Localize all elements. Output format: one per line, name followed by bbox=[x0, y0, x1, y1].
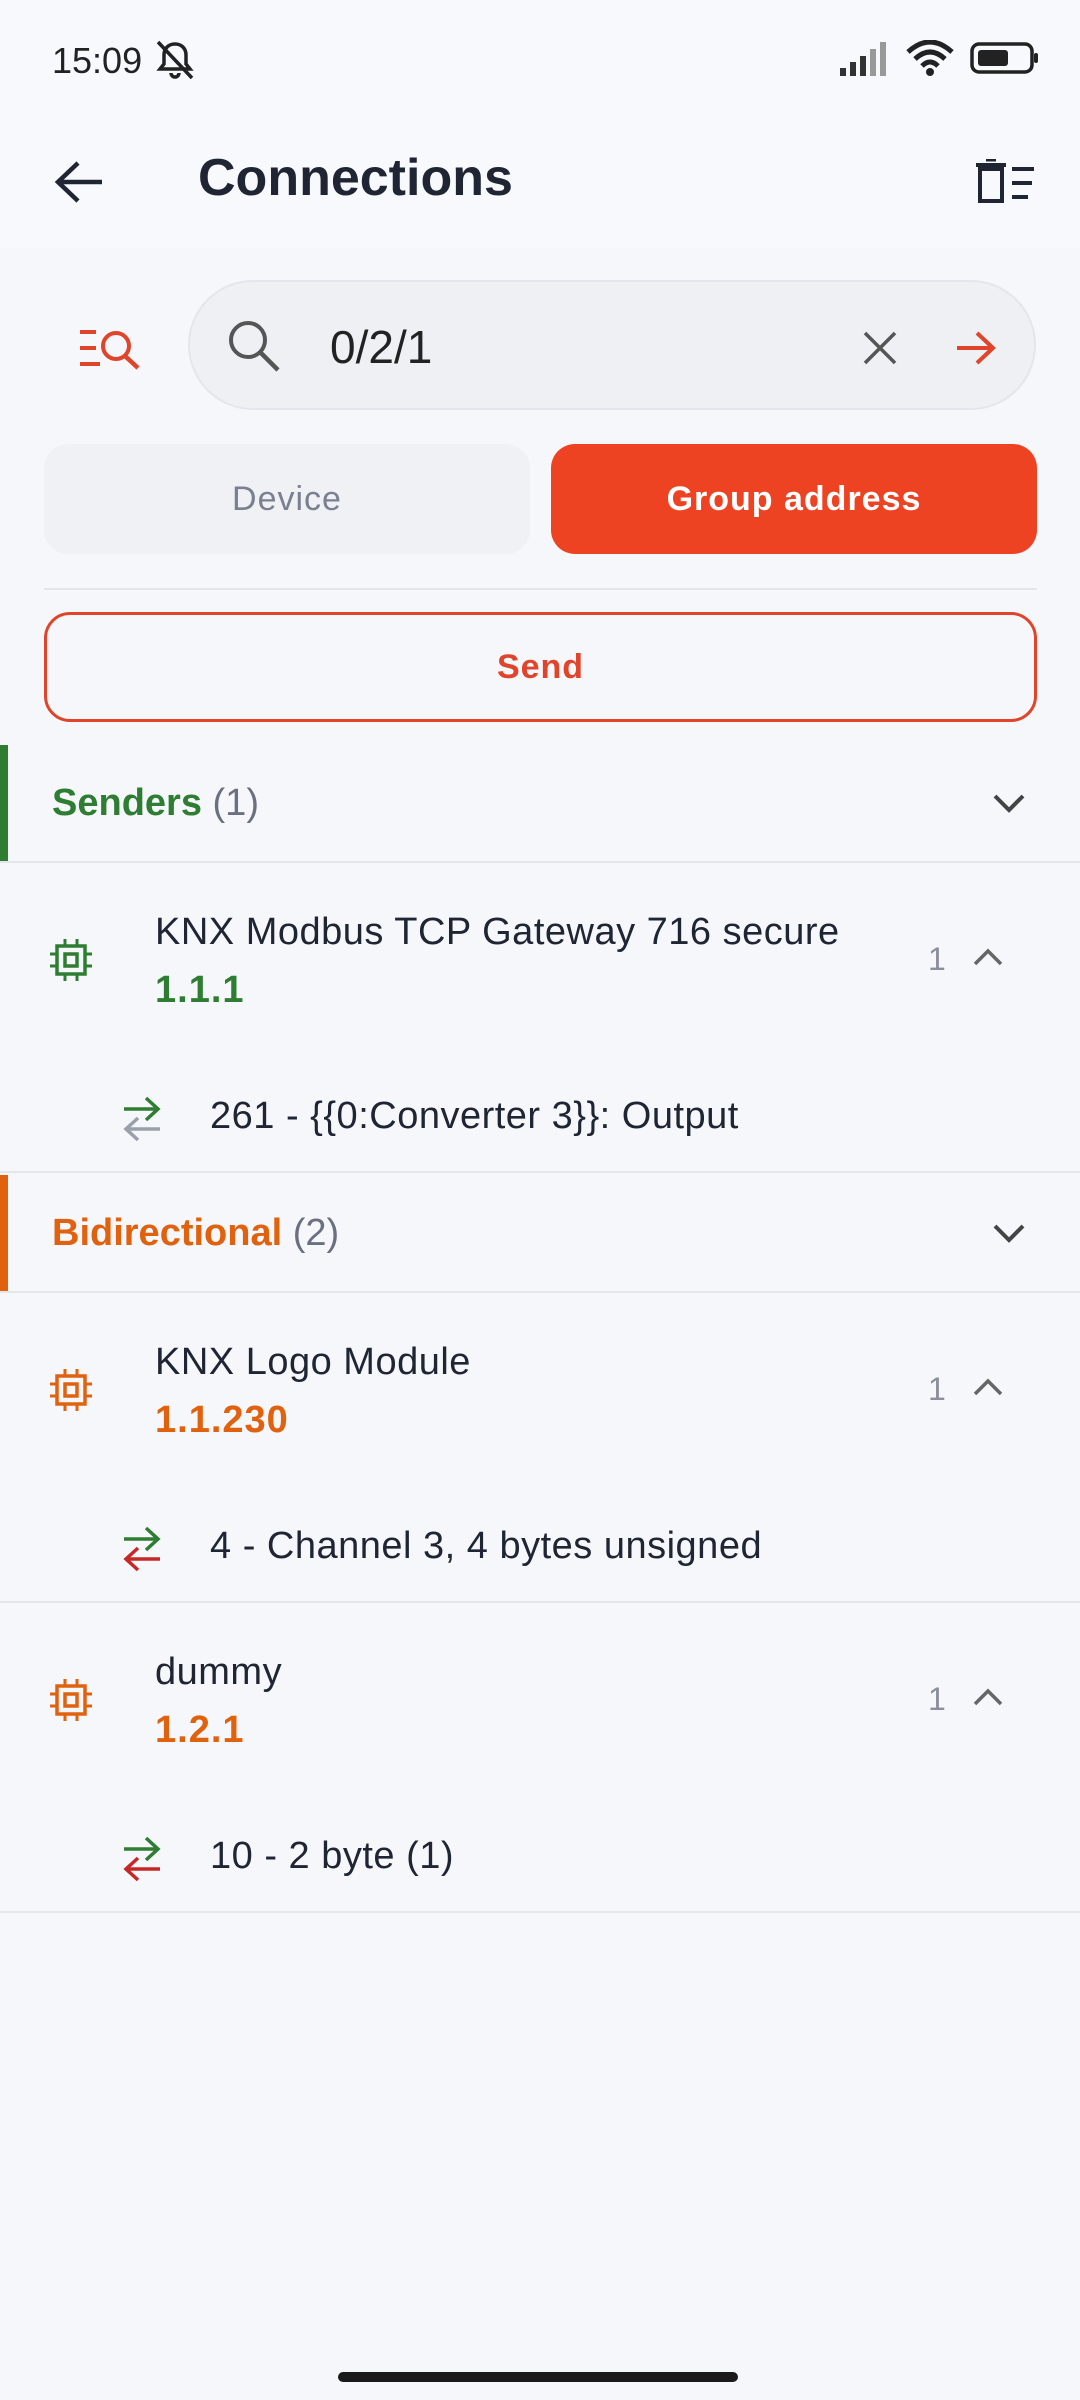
chevron-up-icon[interactable] bbox=[968, 937, 1008, 977]
submit-search-button[interactable] bbox=[946, 318, 1006, 378]
section-accent-bar bbox=[0, 745, 8, 861]
swap-horizontal-icon bbox=[120, 1523, 164, 1575]
device-name: KNX Logo Module bbox=[155, 1341, 471, 1383]
section-title: Bidirectional (2) bbox=[52, 1212, 339, 1255]
section-count: (1) bbox=[212, 781, 259, 824]
search-bar bbox=[188, 280, 1036, 410]
tab-group-address[interactable]: Group address bbox=[551, 444, 1037, 554]
chevron-up-icon[interactable] bbox=[968, 1677, 1008, 1717]
wifi-icon bbox=[906, 39, 954, 81]
communication-object-row[interactable]: 10 - 2 byte (1) bbox=[0, 1803, 1080, 1913]
swap-horizontal-icon bbox=[120, 1093, 164, 1145]
tab-device[interactable]: Device bbox=[44, 444, 530, 554]
divider bbox=[44, 588, 1037, 590]
filter-search-button[interactable] bbox=[70, 312, 150, 384]
arrow-right-icon bbox=[957, 331, 996, 365]
device-address: 1.2.1 bbox=[155, 1709, 245, 1751]
device-address: 1.1.1 bbox=[155, 969, 245, 1011]
section-title: Senders (1) bbox=[52, 782, 259, 825]
status-bar: 15:09 bbox=[0, 0, 1080, 122]
chip-icon bbox=[48, 1367, 94, 1413]
page-title: Connections bbox=[198, 149, 513, 207]
chevron-down-icon[interactable] bbox=[984, 1208, 1034, 1258]
section-accent-bar bbox=[0, 1175, 8, 1291]
object-count: 1 bbox=[928, 941, 946, 977]
section-header-senders[interactable]: Senders (1) bbox=[0, 745, 1080, 863]
communication-object-label: 261 - {{0:Converter 3}}: Output bbox=[210, 1095, 739, 1137]
delete-list-icon bbox=[976, 159, 1034, 203]
arrow-left-icon bbox=[54, 161, 102, 203]
bell-off-icon bbox=[152, 38, 198, 87]
device-name: dummy bbox=[155, 1651, 283, 1693]
section-header-bidirectional[interactable]: Bidirectional (2) bbox=[0, 1175, 1080, 1293]
device-address: 1.1.230 bbox=[155, 1399, 289, 1441]
section-title-text: Senders bbox=[52, 781, 202, 824]
close-icon bbox=[863, 331, 897, 365]
object-count: 1 bbox=[928, 1681, 946, 1717]
communication-object-label: 10 - 2 byte (1) bbox=[210, 1835, 455, 1877]
signal-icon bbox=[838, 40, 890, 81]
clear-search-button[interactable] bbox=[850, 318, 910, 378]
device-row[interactable]: dummy 1.2.1 1 bbox=[0, 1603, 1080, 1803]
communication-object-row[interactable]: 4 - Channel 3, 4 bytes unsigned bbox=[0, 1493, 1080, 1603]
battery-icon bbox=[970, 41, 1040, 80]
send-button[interactable]: Send bbox=[44, 612, 1037, 722]
device-row[interactable]: KNX Modbus TCP Gateway 716 secure 1.1.1 … bbox=[0, 863, 1080, 1063]
section-count: (2) bbox=[292, 1211, 340, 1254]
status-time: 15:09 bbox=[52, 40, 143, 81]
swap-horizontal-icon bbox=[120, 1833, 164, 1885]
device-row[interactable]: KNX Logo Module 1.1.230 1 bbox=[0, 1293, 1080, 1493]
object-count: 1 bbox=[928, 1371, 946, 1407]
search-icon bbox=[226, 318, 282, 379]
chevron-down-icon[interactable] bbox=[984, 778, 1034, 828]
app-bar: Connections bbox=[0, 122, 1080, 248]
search-input[interactable] bbox=[330, 312, 810, 382]
home-indicator[interactable] bbox=[338, 2372, 738, 2382]
back-button[interactable] bbox=[44, 146, 116, 218]
chevron-up-icon[interactable] bbox=[968, 1367, 1008, 1407]
section-title-text: Bidirectional bbox=[52, 1211, 283, 1254]
chip-icon bbox=[48, 1677, 94, 1723]
device-name: KNX Modbus TCP Gateway 716 secure bbox=[155, 911, 840, 953]
list-search-icon bbox=[80, 330, 140, 370]
chip-icon bbox=[48, 937, 94, 983]
clear-list-button[interactable] bbox=[968, 144, 1044, 220]
communication-object-row[interactable]: 261 - {{0:Converter 3}}: Output bbox=[0, 1063, 1080, 1173]
communication-object-label: 4 - Channel 3, 4 bytes unsigned bbox=[210, 1525, 763, 1567]
